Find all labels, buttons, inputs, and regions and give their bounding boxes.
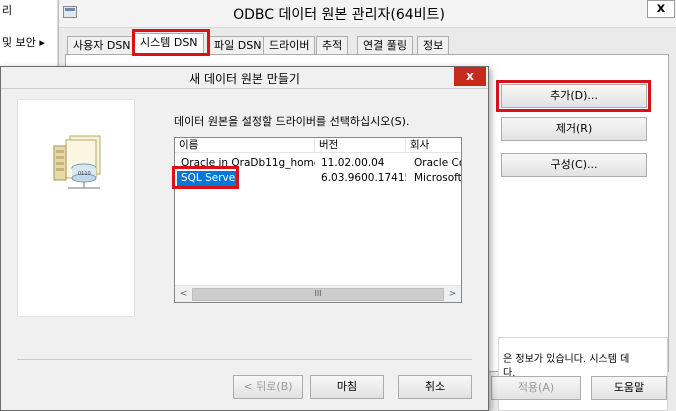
driver-row-name-selected[interactable]: SQL Server — [177, 171, 238, 186]
tab-system-dsn[interactable]: 시스템 DSN — [134, 33, 204, 55]
dialog-close-button[interactable]: x — [454, 67, 486, 86]
driver-row-name[interactable]: Oracle in OraDb11g_home1 — [177, 156, 315, 171]
configure-button[interactable]: 구성(C)... — [501, 153, 647, 177]
dialog-titlebar: 새 데이터 원본 만들기 x — [1, 67, 488, 89]
odbc-titlebar: ODBC 데이터 원본 관리자(64비트) x — [59, 0, 676, 28]
dialog-title: 새 데이터 원본 만들기 — [189, 72, 300, 86]
dialog-body: 0110 데이터 원본을 설정할 드라이버를 선택하십시오(S). 이름 버전 … — [1, 89, 488, 410]
finish-button[interactable]: 마침 — [310, 375, 384, 399]
background-menu-item[interactable]: 리 — [0, 2, 58, 20]
driver-row-version[interactable]: 11.02.00.04 — [317, 156, 406, 171]
apply-button[interactable]: 적용(A) — [491, 376, 581, 400]
tab-user-dsn[interactable]: 사용자 DSN — [67, 36, 137, 55]
scroll-thumb[interactable]: III — [192, 288, 444, 301]
add-button[interactable]: 추가(D)... — [501, 84, 647, 108]
help-button[interactable]: 도움말 — [591, 376, 667, 400]
tab-file-dsn[interactable]: 파일 DSN — [208, 36, 268, 55]
dialog-separator — [17, 359, 472, 360]
create-data-source-dialog: 새 데이터 원본 만들기 x 0110 데이터 원본을 설정할 드라이버를 선택… — [0, 66, 489, 411]
driver-list[interactable]: 이름 버전 회사 Oracle in OraDb11g_home1 11.02.… — [174, 137, 462, 303]
cancel-button[interactable]: 취소 — [398, 375, 472, 399]
driver-row-company[interactable]: Oracle Co — [410, 156, 461, 171]
svg-text:0110: 0110 — [78, 171, 91, 177]
tab-tracing[interactable]: 추적 — [316, 36, 349, 55]
back-button[interactable]: < 뒤로(B) — [233, 375, 303, 399]
remove-button[interactable]: 제거(R) — [501, 117, 647, 141]
tab-about[interactable]: 정보 — [417, 36, 450, 55]
driver-select-instruction: 데이터 원본을 설정할 드라이버를 선택하십시오(S). — [174, 115, 410, 128]
driver-row-company[interactable]: Microsoft — [410, 171, 461, 186]
dsn-info-text: 은 정보가 있습니다. 시스템 데 — [503, 354, 630, 365]
tab-drivers[interactable]: 드라이버 — [263, 36, 316, 55]
odbc-window-title: ODBC 데이터 원본 관리자(64비트) — [233, 7, 445, 23]
background-menu-item[interactable]: 및 보안 ▸ — [0, 34, 58, 52]
database-icon: 0110 — [53, 135, 101, 189]
scroll-right-arrow-icon[interactable]: > — [445, 287, 460, 301]
scroll-left-arrow-icon[interactable]: < — [176, 287, 191, 301]
horizontal-scrollbar[interactable]: < III > — [175, 285, 461, 302]
wizard-art-pane: 0110 — [17, 99, 135, 317]
odbc-close-button[interactable]: x — [647, 0, 675, 18]
column-header-name[interactable]: 이름 — [175, 138, 315, 153]
column-header-version[interactable]: 버전 — [315, 138, 406, 153]
tab-connection-pooling[interactable]: 연결 풀링 — [357, 36, 413, 55]
column-header-company[interactable]: 회사 — [406, 138, 461, 153]
driver-row-version[interactable]: 6.03.9600.17415 — [317, 171, 406, 186]
